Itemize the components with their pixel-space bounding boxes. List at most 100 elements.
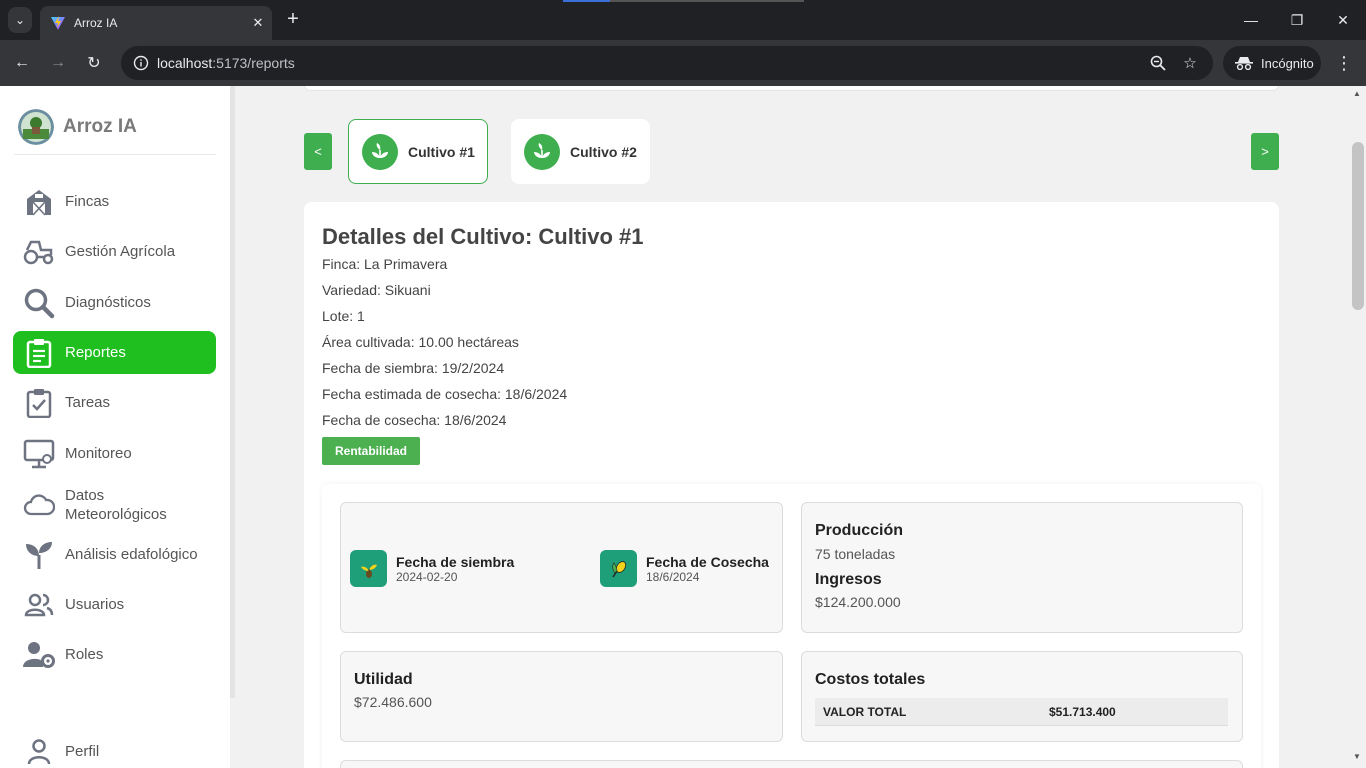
production-value: 75 toneladas: [815, 546, 896, 562]
main-content: < Cultivo #1 Cultivo #2 > Detalles del C…: [235, 86, 1350, 768]
costs-title: Costos totales: [815, 671, 926, 688]
sidebar-item-fincas[interactable]: Fincas: [13, 180, 216, 223]
costs-label: VALOR TOTAL: [823, 705, 907, 719]
summary-panel: Fecha de siembra 2024-02-20 Fecha de Cos…: [322, 484, 1261, 768]
sidebar-item-label: Datos Meteorológicos: [65, 486, 167, 523]
previous-card-edge: [304, 86, 1279, 91]
next-section-box: [340, 760, 1243, 768]
sidebar-item-datos-meteorologicos[interactable]: Datos Meteorológicos: [13, 483, 216, 526]
crop-tab-1[interactable]: Cultivo #1: [348, 119, 488, 184]
rentabilidad-button[interactable]: Rentabilidad: [322, 437, 420, 465]
new-tab-icon[interactable]: +: [282, 8, 304, 32]
sidebar-item-label: Usuarios: [65, 596, 125, 613]
costs-box: Costos totales VALOR TOTAL $51.713.400: [801, 651, 1243, 742]
sidebar-item-label: Gestión Agrícola: [65, 243, 176, 260]
url-text: localhost:5173/reports: [157, 55, 295, 71]
production-title: Producción: [815, 522, 904, 539]
sidebar-item-label: Roles: [65, 646, 104, 663]
sidebar-item-gestion-agricola[interactable]: Gestión Agrícola: [13, 230, 216, 273]
corn-icon: [600, 550, 637, 587]
browser-toolbar: ← → ↻ localhost:5173/reports ☆ Incógnito…: [0, 40, 1366, 86]
costs-value: $51.713.400: [1049, 705, 1116, 719]
zoom-icon[interactable]: [1149, 54, 1167, 72]
carousel-next-button[interactable]: >: [1251, 133, 1279, 170]
profit-title: Utilidad: [354, 671, 413, 688]
crop-tab-label: Cultivo #2: [570, 143, 637, 160]
close-icon[interactable]: ✕: [244, 15, 272, 31]
scrollbar-thumb[interactable]: [1352, 142, 1364, 310]
clipboard-icon: [23, 337, 55, 369]
details-title: Detalles del Cultivo: Cultivo #1: [322, 224, 644, 249]
tractor-icon: [23, 236, 55, 268]
brand[interactable]: Arroz IA: [18, 109, 137, 145]
browser-menu-icon[interactable]: ⋮: [1334, 49, 1354, 77]
sprout-icon: [524, 133, 560, 170]
sidebar-item-roles[interactable]: Roles: [13, 633, 216, 676]
restore-icon[interactable]: ❐: [1274, 6, 1320, 34]
harvest-value: 18/6/2024: [646, 569, 700, 584]
barn-icon: [23, 186, 55, 218]
detail-fecha-siembra: Fecha de siembra: 19/2/2024: [322, 360, 505, 376]
sidebar-item-label: Reportes: [65, 344, 126, 361]
brand-name: Arroz IA: [63, 116, 137, 137]
sidebar-item-label: Fincas: [65, 193, 110, 210]
forward-icon[interactable]: →: [44, 49, 72, 77]
detail-area: Área cultivada: 10.00 hectáreas: [322, 334, 519, 350]
sidebar: Arroz IA Fincas Gestión Agrícola Diagnós…: [0, 86, 230, 768]
detail-fecha-cosecha: Fecha de cosecha: 18/6/2024: [322, 412, 507, 428]
sidebar-item-diagnosticos[interactable]: Diagnósticos: [13, 281, 216, 324]
brand-logo-icon: [18, 109, 54, 145]
incognito-icon: [1235, 57, 1253, 70]
sidebar-item-label: Monitoreo: [65, 445, 132, 462]
sidebar-item-label: Perfil: [65, 743, 100, 760]
sprout-icon: [23, 539, 55, 571]
bookmark-star-icon[interactable]: ☆: [1181, 54, 1199, 72]
sprout-icon: [362, 133, 398, 170]
incognito-indicator[interactable]: Incógnito: [1223, 46, 1321, 80]
table-row: VALOR TOTAL $51.713.400: [815, 698, 1228, 726]
window-close-icon[interactable]: ✕: [1320, 6, 1366, 34]
seedling-icon: [350, 550, 387, 587]
sidebar-item-analisis-edafologico[interactable]: Análisis edafológico: [13, 533, 216, 576]
harvest-title: Fecha de Cosecha: [646, 553, 769, 570]
reload-icon[interactable]: ↻: [80, 49, 108, 77]
income-value: $124.200.000: [815, 594, 901, 610]
tab-search-button[interactable]: ⌄: [8, 7, 32, 33]
back-icon[interactable]: ←: [8, 49, 36, 77]
incognito-label: Incógnito: [1261, 55, 1314, 71]
sowing-title: Fecha de siembra: [396, 553, 515, 570]
main-scrollbar[interactable]: ▲ ▼: [1350, 86, 1366, 768]
sidebar-item-perfil[interactable]: Perfil: [13, 730, 216, 768]
carousel-prev-button[interactable]: <: [304, 133, 332, 170]
scroll-up-icon[interactable]: ▲: [1353, 89, 1361, 98]
tab-title: Arroz IA: [74, 16, 118, 30]
detail-fecha-estimada: Fecha estimada de cosecha: 18/6/2024: [322, 386, 568, 402]
divider: [14, 154, 216, 155]
sidebar-item-tareas[interactable]: Tareas: [13, 381, 216, 424]
cloud-icon: [23, 489, 55, 521]
users-icon: [23, 589, 55, 621]
sidebar-item-reportes[interactable]: Reportes: [13, 331, 216, 374]
production-box: Producción 75 toneladas Ingresos $124.20…: [801, 502, 1243, 633]
browser-tabbar: ⌄ Arroz IA ✕ + — ❐ ✕: [0, 0, 1366, 40]
loading-indicator: [563, 0, 804, 2]
checklist-icon: [23, 387, 55, 419]
profile-icon: [23, 736, 55, 768]
address-bar[interactable]: localhost:5173/reports ☆: [121, 46, 1213, 80]
site-info-icon[interactable]: [133, 55, 149, 71]
sidebar-item-usuarios[interactable]: Usuarios: [13, 583, 216, 626]
scroll-down-icon[interactable]: ▼: [1353, 752, 1361, 761]
profit-box: Utilidad $72.486.600: [340, 651, 783, 742]
crop-details-card: Detalles del Cultivo: Cultivo #1 Finca: …: [304, 202, 1279, 768]
vite-favicon-icon: [51, 16, 65, 30]
search-icon: [23, 287, 55, 319]
crop-tab-2[interactable]: Cultivo #2: [511, 119, 650, 184]
minimize-icon[interactable]: —: [1228, 6, 1274, 34]
browser-tab[interactable]: Arroz IA ✕: [40, 6, 272, 40]
user-gear-icon: [23, 639, 55, 671]
sidebar-item-label: Diagnósticos: [65, 294, 151, 311]
sidebar-item-monitoreo[interactable]: Monitoreo: [13, 432, 216, 475]
income-title: Ingresos: [815, 571, 882, 588]
sidebar-item-label: Tareas: [65, 394, 111, 411]
monitor-icon: [23, 438, 55, 470]
